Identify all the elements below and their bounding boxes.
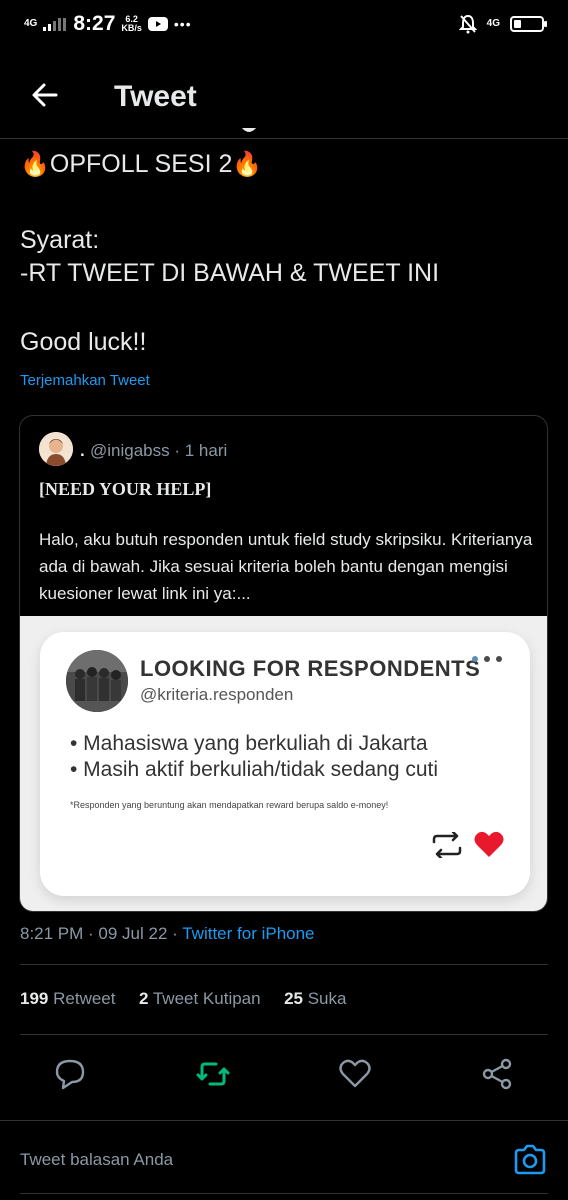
- meta-separator: ·: [83, 924, 99, 943]
- likes-count: 25: [284, 989, 303, 1008]
- avatar-illustration-icon: [39, 432, 73, 466]
- media-handle: @kriteria.responden: [140, 685, 294, 704]
- clock: 8:27: [73, 12, 116, 35]
- retweets-count: 199: [20, 989, 49, 1008]
- tweet-timestamp: 8:21 PM · 09 Jul 22 · Twitter for iPhone: [20, 924, 315, 944]
- translate-tweet-link[interactable]: Terjemahkan Tweet: [20, 372, 150, 389]
- top-app-bar: Tweet: [0, 52, 568, 139]
- net-speed: 6.2 KB/s: [121, 15, 142, 33]
- media-footnote: *Responden yang beruntung akan mendapatk…: [70, 800, 389, 810]
- clipped-text-fragment: [242, 128, 256, 132]
- tweet-source-link[interactable]: Twitter for iPhone: [182, 924, 314, 943]
- quoted-tweet-card[interactable]: . @inigabss · 1 hari [NEED YOUR HELP] Ha…: [19, 415, 548, 912]
- tweet-date: 09 Jul 22: [98, 924, 168, 943]
- status-bar: 4G 8:27 6.2 KB/s ••• 4G: [0, 0, 568, 52]
- net-speed-unit: KB/s: [121, 23, 142, 33]
- media-profile-photo: [66, 650, 128, 712]
- media-retweet-icon: [432, 832, 462, 858]
- retweets-stat[interactable]: 199 Retweet: [20, 989, 115, 1008]
- back-arrow-icon[interactable]: [30, 80, 60, 110]
- tweet-line-4: Good luck!!: [20, 328, 147, 356]
- like-icon[interactable]: [338, 1057, 372, 1091]
- media-more-dots-icon: [472, 656, 502, 662]
- quotes-stat[interactable]: 2 Tweet Kutipan: [139, 989, 261, 1008]
- battery-icon: [510, 16, 547, 32]
- media-title: LOOKING FOR RESPONDENTS: [140, 656, 481, 681]
- quote-heading: [NEED YOUR HELP]: [39, 479, 212, 499]
- media-heart-icon: [474, 831, 504, 857]
- reply-icon[interactable]: [53, 1057, 87, 1091]
- likes-stat[interactable]: 25 Suka: [284, 989, 346, 1008]
- media-bullet-2: • Masih aktif berkuliah/tidak sedang cut…: [70, 758, 439, 781]
- battery-fill: [514, 20, 521, 28]
- group-photo-icon: [66, 650, 128, 712]
- media-card: LOOKING FOR RESPONDENTS @kriteria.respon…: [40, 632, 530, 896]
- quote-avatar[interactable]: [39, 432, 73, 466]
- status-right: 4G: [458, 14, 547, 34]
- quote-body-text: Halo, aku butuh responden untuk field st…: [39, 530, 533, 603]
- quotes-count: 2: [138, 989, 149, 1008]
- tweet-line-2: Syarat:: [20, 226, 100, 254]
- tweet-line-1: 🔥OPFOLL SESI 2🔥: [20, 150, 262, 179]
- retweets-label: Retweet: [53, 989, 116, 1008]
- divider: [20, 964, 548, 965]
- divider: [0, 1120, 568, 1121]
- quote-handle-time: @inigabss · 1 hari: [90, 441, 228, 460]
- tweet-line-1-text: OPFOLL SESI 2: [49, 150, 233, 178]
- fire-emoji-icon: 🔥: [20, 151, 50, 178]
- quote-display-name: .: [80, 441, 85, 460]
- status-left: 4G 8:27 6.2 KB/s •••: [24, 12, 192, 36]
- engagement-stats: 199 Retweet 2 Tweet Kutipan 25 Suka: [20, 989, 346, 1009]
- network-indicator: 4G: [24, 18, 38, 29]
- youtube-icon: [147, 17, 168, 31]
- meta-separator-2: ·: [167, 924, 183, 943]
- media-bullet-1: • Mahasiswa yang berkuliah di Jakarta: [70, 732, 428, 755]
- signal-icon: [43, 18, 67, 31]
- reply-input[interactable]: Tweet balasan Anda: [20, 1150, 173, 1170]
- network-indicator-right: 4G: [486, 18, 500, 29]
- bell-off-icon: [458, 14, 477, 34]
- tweet-line-3: -RT TWEET DI BAWAH & TWEET INI: [20, 259, 440, 287]
- tweet-time: 8:21 PM: [20, 924, 84, 943]
- divider: [20, 1034, 548, 1035]
- share-icon[interactable]: [480, 1057, 514, 1091]
- retweet-icon[interactable]: [196, 1057, 230, 1091]
- divider: [20, 1193, 548, 1194]
- quotes-label: Tweet Kutipan: [152, 989, 261, 1008]
- quote-media-image[interactable]: LOOKING FOR RESPONDENTS @kriteria.respon…: [20, 616, 547, 911]
- camera-icon[interactable]: [512, 1142, 548, 1178]
- page-title: Tweet: [114, 80, 197, 113]
- likes-label: Suka: [307, 989, 347, 1008]
- more-notifications: •••: [173, 16, 192, 32]
- fire-emoji-icon: 🔥: [232, 151, 263, 178]
